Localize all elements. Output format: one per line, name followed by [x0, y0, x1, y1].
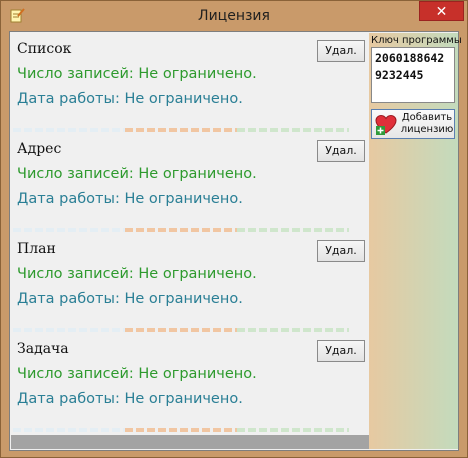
program-key-field[interactable]: 2060188642 9232445 — [371, 47, 455, 103]
separator-segment-green — [237, 228, 349, 232]
sidebar-panel: Ключ программы 2060188642 9232445 Добави… — [369, 33, 462, 449]
separator-segment-orange — [125, 428, 237, 432]
separator-segment-light — [13, 328, 125, 332]
separator-segment-light — [13, 128, 125, 132]
horizontal-scrollbar[interactable] — [11, 435, 369, 449]
work-date-text: Дата работы: Не ограничено. — [17, 191, 243, 207]
delete-button[interactable]: Удал. — [317, 140, 365, 162]
section-title: Задача — [17, 341, 69, 357]
work-date-text: Дата работы: Не ограничено. — [17, 391, 243, 407]
records-limit-text: Число записей: Не ограничено. — [17, 66, 257, 82]
records-limit-text: Число записей: Не ограничено. — [17, 166, 257, 182]
license-list: Список Удал. Число записей: Не ограничен… — [11, 33, 369, 449]
delete-button[interactable]: Удал. — [317, 240, 365, 262]
window-title: Лицензия — [198, 8, 270, 24]
section-title: Список — [17, 41, 72, 57]
delete-button[interactable]: Удал. — [317, 340, 365, 362]
close-button[interactable]: ✕ — [419, 1, 464, 21]
work-date-text: Дата работы: Не ограничено. — [17, 291, 243, 307]
records-limit-text: Число записей: Не ограничено. — [17, 266, 257, 282]
delete-button[interactable]: Удал. — [317, 40, 365, 62]
section-title: Адрес — [17, 141, 62, 157]
license-section-task: Задача Удал. Число записей: Не ограничен… — [11, 333, 369, 433]
license-window: Лицензия ✕ Список Удал. Число записей: Н… — [0, 0, 468, 458]
heart-plus-icon — [375, 114, 397, 135]
separator-segment-light — [13, 428, 125, 432]
separator-segment-green — [237, 328, 349, 332]
records-limit-text: Число записей: Не ограничено. — [17, 366, 257, 382]
license-section-address: Адрес Удал. Число записей: Не ограничено… — [11, 133, 369, 233]
client-area: Список Удал. Число записей: Не ограничен… — [9, 31, 462, 451]
separator-segment-green — [237, 128, 349, 132]
program-key-label: Ключ программы — [371, 35, 462, 46]
title-bar: Лицензия ✕ — [1, 1, 467, 31]
add-license-label-line: Добавить — [401, 112, 453, 123]
separator-segment-green — [237, 428, 349, 432]
separator-segment-light — [13, 228, 125, 232]
license-section-list: Список Удал. Число записей: Не ограничен… — [11, 33, 369, 133]
separator-segment-orange — [125, 228, 237, 232]
program-key-line: 2060188642 — [375, 51, 445, 65]
separator-segment-orange — [125, 328, 237, 332]
add-license-label: Добавить лицензию — [398, 112, 456, 136]
add-license-button[interactable]: Добавить лицензию — [371, 109, 455, 139]
section-title: План — [17, 241, 56, 257]
program-key-line: 9232445 — [375, 68, 424, 82]
work-date-text: Дата работы: Не ограничено. — [17, 91, 243, 107]
license-section-plan: План Удал. Число записей: Не ограничено.… — [11, 233, 369, 333]
add-license-label-line: лицензию — [400, 124, 454, 135]
separator-segment-orange — [125, 128, 237, 132]
